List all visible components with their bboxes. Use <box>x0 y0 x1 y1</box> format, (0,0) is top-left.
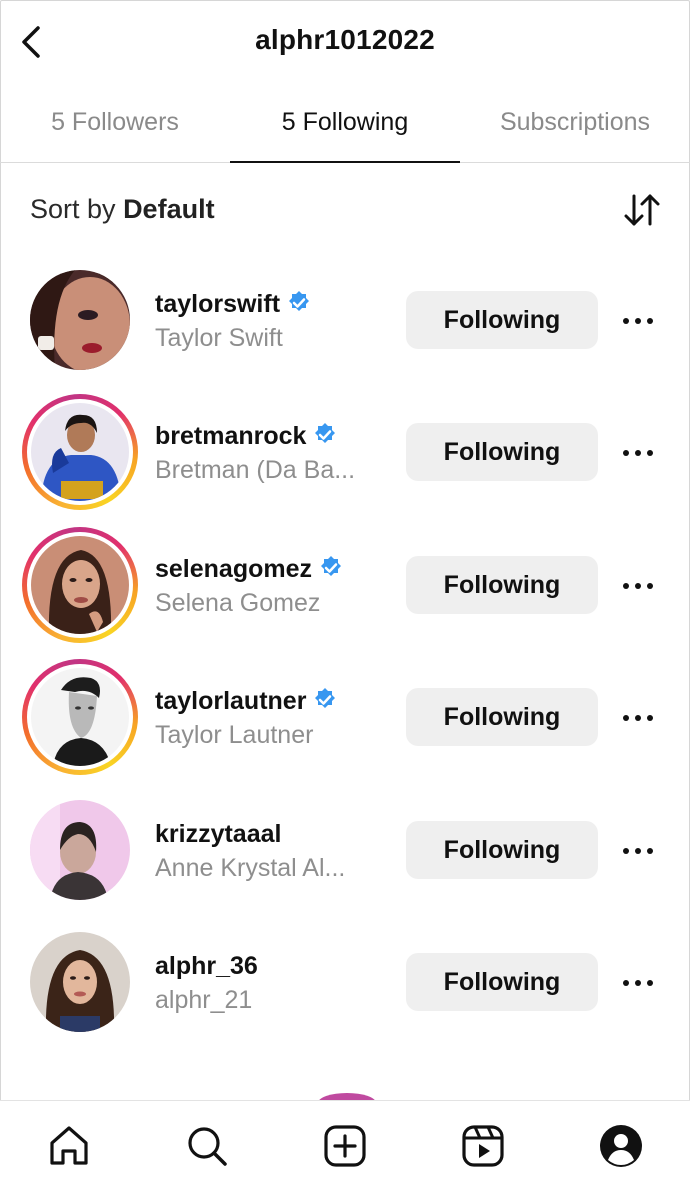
avatar[interactable] <box>22 792 138 908</box>
sort-prefix: Sort by <box>30 194 116 224</box>
full-name: Selena Gomez <box>155 589 321 617</box>
avatar-photo <box>31 668 129 766</box>
full-name: Anne Krystal Al... <box>155 854 346 882</box>
verified-badge-icon <box>315 688 336 708</box>
avatar[interactable] <box>22 659 138 775</box>
avatar[interactable] <box>22 527 138 643</box>
following-button[interactable]: Following <box>406 423 598 481</box>
sort-order-icon[interactable] <box>622 190 662 230</box>
tab-following[interactable]: 5 Following <box>230 86 460 163</box>
username[interactable]: krizzytaaal <box>155 820 281 849</box>
sort-bar: Sort by Default <box>0 186 690 236</box>
reels-icon[interactable] <box>460 1123 506 1169</box>
full-name: Taylor Swift <box>155 324 283 352</box>
more-options-icon[interactable] <box>620 571 656 601</box>
more-options-icon[interactable] <box>620 438 656 468</box>
avatar-photo <box>30 270 130 370</box>
avatar[interactable] <box>22 262 138 378</box>
sort-value: Default <box>123 194 215 224</box>
list-item: bretmanrock Bretman (Da Ba... Following <box>0 394 690 510</box>
avatar[interactable] <box>22 924 138 1040</box>
username[interactable]: taylorlautner <box>155 687 338 716</box>
username[interactable]: alphr_36 <box>155 952 258 981</box>
full-name: Bretman (Da Ba... <box>155 456 356 484</box>
search-icon[interactable] <box>184 1123 230 1169</box>
following-button[interactable]: Following <box>406 556 598 614</box>
avatar[interactable] <box>22 394 138 510</box>
following-button[interactable]: Following <box>406 688 598 746</box>
full-name: alphr_21 <box>155 986 253 1014</box>
more-options-icon[interactable] <box>620 306 656 336</box>
header: alphr1012022 <box>0 0 690 82</box>
verified-badge-icon <box>315 423 336 443</box>
list-item: krizzytaaal Anne Krystal Al... Following <box>0 792 690 902</box>
list-item: selenagomez Selena Gomez Following <box>0 527 690 643</box>
username[interactable]: taylorswift <box>155 290 312 319</box>
username[interactable]: selenagomez <box>155 555 344 584</box>
verified-badge-icon <box>289 291 310 311</box>
more-options-icon[interactable] <box>620 703 656 733</box>
list-item: taylorswift Taylor Swift Following <box>0 262 690 372</box>
tab-subscriptions[interactable]: Subscriptions <box>460 86 690 162</box>
tab-bar: 5 Followers 5 Following Subscriptions <box>0 86 690 163</box>
tab-followers[interactable]: 5 Followers <box>0 86 230 162</box>
profile-icon[interactable] <box>598 1123 644 1169</box>
avatar-photo <box>31 536 129 634</box>
bottom-nav <box>0 1100 690 1191</box>
page-title: alphr1012022 <box>255 24 435 55</box>
avatar-photo <box>30 800 130 900</box>
home-icon[interactable] <box>46 1123 92 1169</box>
full-name: Taylor Lautner <box>155 721 314 749</box>
following-button[interactable]: Following <box>406 821 598 879</box>
more-options-icon[interactable] <box>620 968 656 998</box>
following-button[interactable]: Following <box>406 291 598 349</box>
more-options-icon[interactable] <box>620 836 656 866</box>
sort-label[interactable]: Sort by Default <box>30 194 215 225</box>
list-item: alphr_36 alphr_21 Following <box>0 924 690 1034</box>
create-icon[interactable] <box>322 1123 368 1169</box>
following-button[interactable]: Following <box>406 953 598 1011</box>
avatar-photo <box>30 932 130 1032</box>
avatar-photo <box>31 403 129 501</box>
list-item: taylorlautner Taylor Lautner Following <box>0 659 690 775</box>
verified-badge-icon <box>321 556 342 576</box>
username[interactable]: bretmanrock <box>155 422 338 451</box>
